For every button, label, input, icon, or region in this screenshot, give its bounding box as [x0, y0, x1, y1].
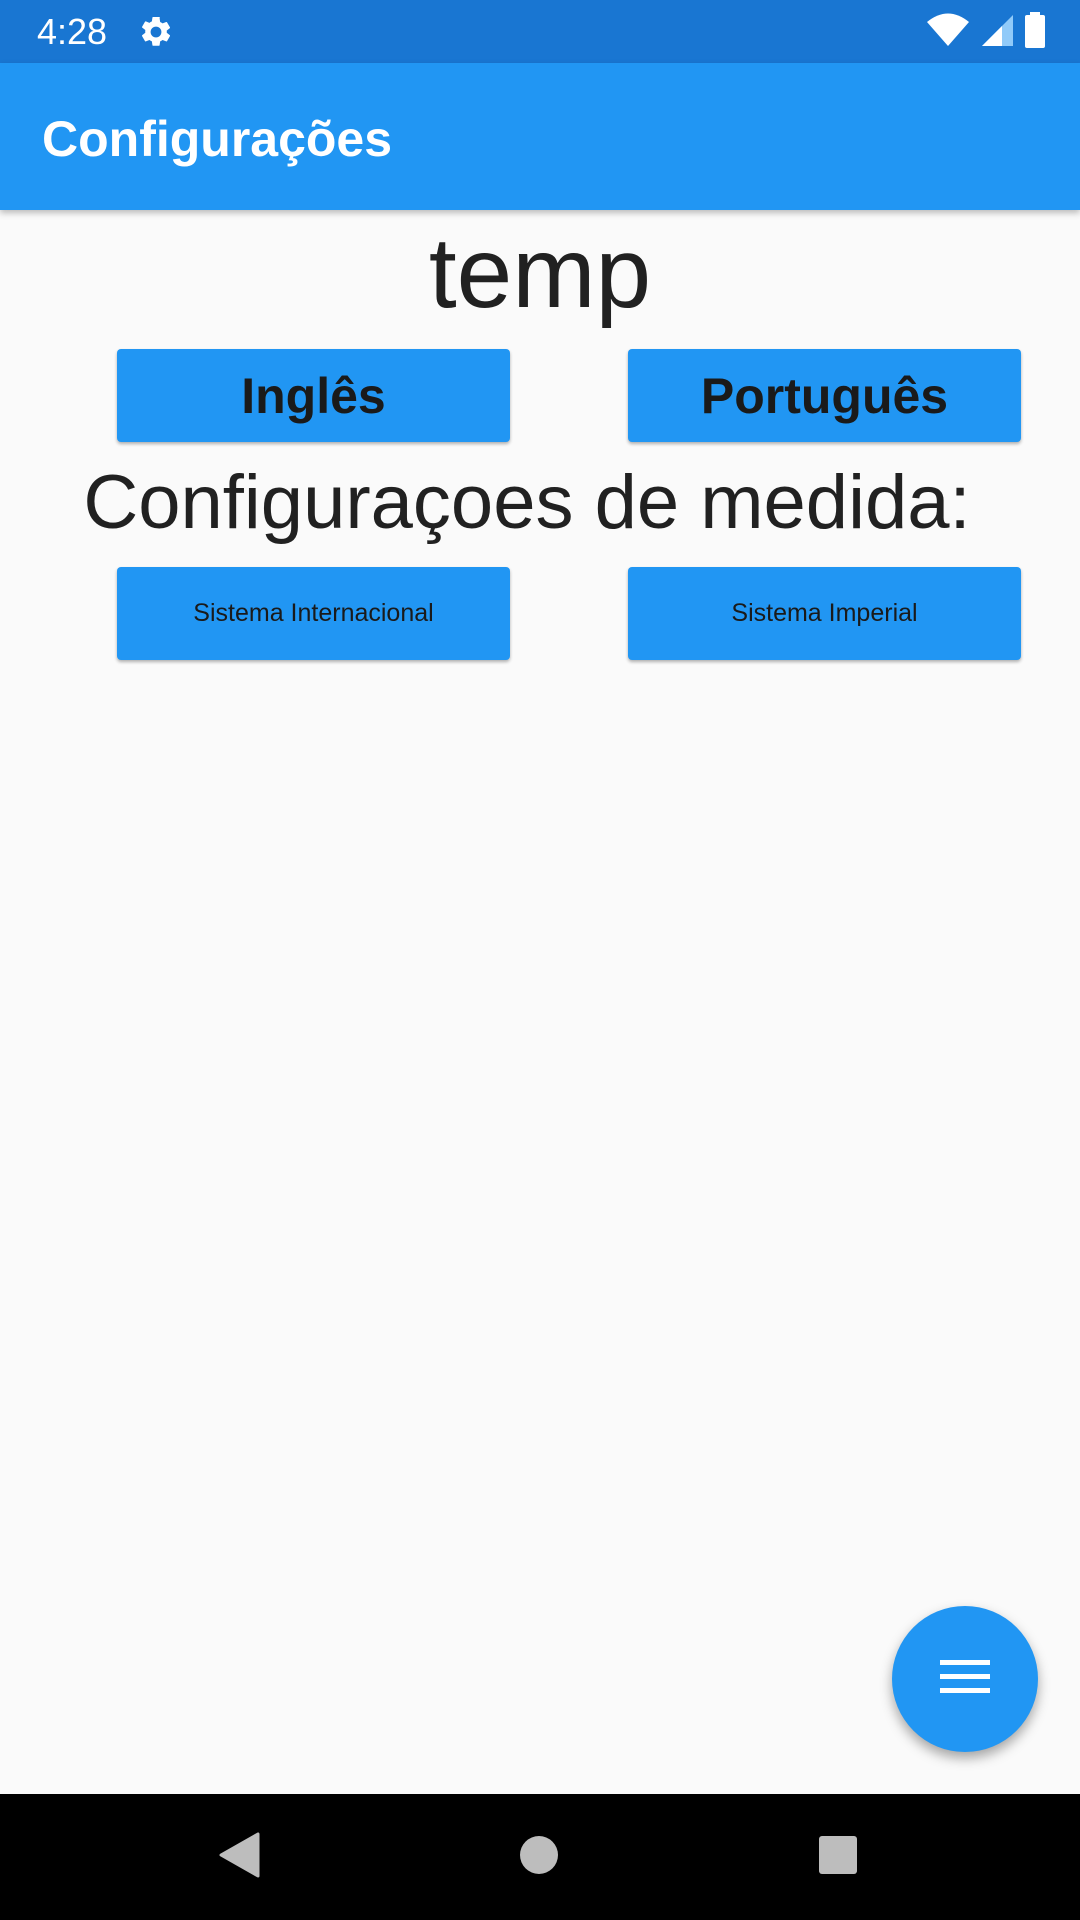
- menu-fab[interactable]: [892, 1606, 1038, 1752]
- page-title: Configurações: [42, 111, 393, 167]
- imperial-system-label: Sistema Imperial: [731, 599, 918, 627]
- recents-icon: [818, 1835, 858, 1880]
- menu-icon: [940, 1658, 990, 1701]
- home-icon: [519, 1835, 559, 1880]
- signal-icon: [980, 13, 1014, 52]
- screen: 4:28 Configurações temp Inglês Português…: [0, 0, 1080, 1920]
- navigation-bar: [0, 1794, 1080, 1920]
- temp-label: temp: [428, 217, 652, 329]
- battery-icon: [1024, 11, 1046, 53]
- gear-icon: [138, 14, 174, 50]
- status-bar: 4:28: [0, 0, 1080, 63]
- english-button-label: Inglês: [241, 367, 386, 424]
- status-time: 4:28: [37, 11, 108, 52]
- home-button[interactable]: [514, 1832, 564, 1882]
- wifi-icon: [926, 13, 970, 52]
- recents-button[interactable]: [813, 1832, 863, 1882]
- back-icon: [218, 1832, 262, 1883]
- app-bar: Configurações: [0, 63, 1080, 210]
- portuguese-button-label: Português: [700, 367, 949, 424]
- measure-settings-title: Configuraçoes de medida:: [83, 460, 971, 545]
- back-button[interactable]: [215, 1832, 265, 1882]
- status-icons: [926, 11, 1046, 53]
- international-system-button[interactable]: Sistema Internacional: [117, 567, 510, 660]
- international-system-label: Sistema Internacional: [193, 599, 434, 627]
- imperial-system-button[interactable]: Sistema Imperial: [628, 567, 1021, 660]
- portuguese-button[interactable]: Português: [628, 349, 1021, 442]
- english-button[interactable]: Inglês: [117, 349, 510, 442]
